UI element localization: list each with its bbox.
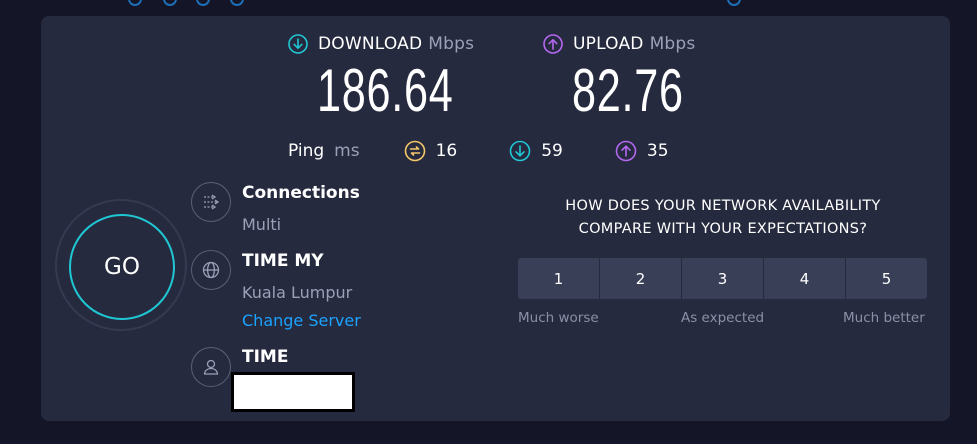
download-latency-value: 59: [541, 141, 563, 161]
download-speed-value: 186.64: [317, 57, 454, 124]
scale-label-high: Much better: [843, 310, 925, 326]
upload-latency-value: 35: [646, 141, 669, 161]
user-icon: [191, 347, 231, 387]
scale-label-mid: As expected: [681, 310, 765, 326]
nav-icon: [230, 0, 244, 6]
server-name: TIME MY: [242, 251, 324, 271]
upload-header: UPLOAD Mbps: [543, 34, 695, 54]
nav-icon: [196, 0, 210, 6]
rating-option-1[interactable]: 1: [518, 258, 599, 299]
rating-option-4[interactable]: 4: [764, 258, 845, 299]
connections-title: Connections: [242, 183, 360, 203]
idle-latency-icon: [404, 140, 425, 162]
nav-icon: [163, 0, 177, 6]
connections-icon: [191, 182, 231, 222]
redacted-ip-box: [231, 372, 355, 412]
upload-label: UPLOAD: [573, 34, 644, 54]
download-arrow-icon: [288, 34, 308, 54]
idle-latency-value: 16: [435, 141, 458, 161]
ping-label: Ping: [288, 141, 325, 161]
nav-icon: [727, 0, 741, 6]
server-location: Kuala Lumpur: [242, 283, 353, 302]
nav-icon: [128, 0, 142, 6]
survey-question-line2: COMPARE WITH YOUR EXPECTATIONS?: [578, 221, 868, 237]
download-header: DOWNLOAD Mbps: [288, 34, 474, 54]
scale-label-low: Much worse: [518, 310, 599, 326]
download-unit: Mbps: [428, 34, 475, 54]
rating-option-3[interactable]: 3: [682, 258, 763, 299]
ping-unit: ms: [334, 141, 360, 161]
globe-icon: [191, 250, 231, 290]
upload-arrow-icon: [543, 34, 563, 54]
speedtest-result-card: DOWNLOAD Mbps 186.64 UPLOAD Mbps 82.76 P…: [41, 16, 950, 421]
upload-latency-icon: [615, 140, 637, 162]
connections-mode: Multi: [242, 215, 282, 234]
upload-unit: Mbps: [649, 34, 696, 54]
provider-name: TIME: [242, 347, 289, 367]
change-server-link[interactable]: Change Server: [242, 311, 361, 330]
download-latency-icon: [509, 140, 531, 162]
survey-question-line1: HOW DOES YOUR NETWORK AVAILABILITY: [565, 198, 881, 214]
survey-question: HOW DOES YOUR NETWORK AVAILABILITY COMPA…: [518, 195, 928, 241]
top-nav-partial: [0, 0, 977, 6]
ping-row: Ping ms 16 59 35: [288, 140, 669, 162]
go-button[interactable]: GO: [69, 214, 175, 320]
rating-option-2[interactable]: 2: [600, 258, 681, 299]
download-label: DOWNLOAD: [318, 34, 423, 54]
rating-scale: 1 2 3 4 5: [518, 258, 927, 299]
upload-speed-value: 82.76: [572, 57, 684, 124]
rating-option-5[interactable]: 5: [846, 258, 927, 299]
